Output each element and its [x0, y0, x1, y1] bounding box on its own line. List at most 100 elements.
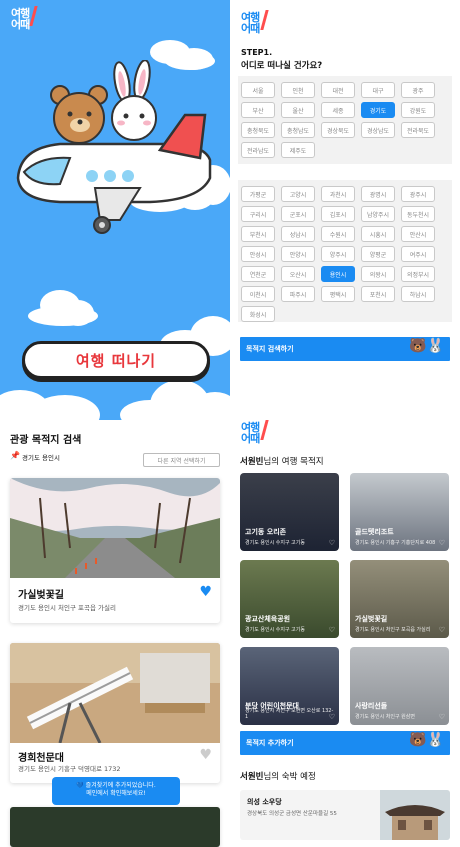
city-chip[interactable]: 부천시: [241, 226, 275, 242]
city-chip[interactable]: 구리시: [241, 206, 275, 222]
city-chip[interactable]: 오산시: [281, 266, 315, 282]
city-chip[interactable]: 광주시: [401, 186, 435, 202]
city-chip[interactable]: 안양시: [281, 246, 315, 262]
province-chip[interactable]: 경상남도: [361, 122, 395, 138]
heart-filled-icon[interactable]: ♥: [199, 584, 212, 600]
province-chip[interactable]: 울산: [281, 102, 315, 118]
province-chip[interactable]: 강원도: [401, 102, 435, 118]
city-chip[interactable]: 화성시: [241, 306, 275, 322]
heart-outline-icon[interactable]: ♡: [439, 626, 445, 634]
city-chip[interactable]: 광명시: [361, 186, 395, 202]
city-chip[interactable]: 의왕시: [361, 266, 395, 282]
heart-outline-icon[interactable]: ♡: [329, 539, 335, 547]
bear-bunny-icon: 🐻🐰: [409, 732, 444, 748]
city-chip[interactable]: 군포시: [281, 206, 315, 222]
heart-outline-icon[interactable]: ♡: [439, 713, 445, 721]
user-name: 서원빈: [240, 772, 264, 782]
my-destination-name: 광교산체육공원: [245, 615, 291, 623]
my-destination-name: 골드텟리조트: [355, 528, 394, 536]
my-destination-address: 경기도 용인시 처인구 모현면 오산로 132-1: [245, 708, 334, 720]
stay-address: 경상북도 의성군 금성면 산운마을길 55: [247, 811, 337, 817]
province-chip[interactable]: 전라남도: [241, 142, 275, 158]
province-chip[interactable]: 전라북도: [401, 122, 435, 138]
heading-suffix: 님의 여행 목적지: [263, 457, 324, 467]
province-chip[interactable]: 광주: [401, 82, 435, 98]
favorite-toast: 💙 즐겨찾기에 추가되었습니다. 메인에서 확인해보세요!: [52, 777, 180, 805]
city-chip[interactable]: 가평군: [241, 186, 275, 202]
province-chip[interactable]: 경상북도: [321, 122, 355, 138]
city-chip[interactable]: 성남시: [281, 226, 315, 242]
destination-card[interactable]: 경희천문대 경기도 용인시 기흥구 덕영대로 1732 ♥: [10, 643, 220, 783]
city-chip[interactable]: 안성시: [241, 246, 275, 262]
city-chip[interactable]: 남양주시: [361, 206, 395, 222]
my-destination-card[interactable]: 광교산체육공원경기도 용인시 수지구 고기동 ♡: [240, 560, 339, 638]
city-chip[interactable]: 시흥시: [361, 226, 395, 242]
my-destination-card[interactable]: 가실벚꽃길경기도 용인시 처인구 포곡읍 가실리 ♡: [350, 560, 449, 638]
city-chip[interactable]: 양평군: [361, 246, 395, 262]
province-chip[interactable]: 경기도: [361, 102, 395, 118]
city-chip[interactable]: 연천군: [241, 266, 275, 282]
destination-card[interactable]: [10, 807, 220, 847]
start-travel-button[interactable]: 여행 떠나기: [22, 341, 210, 379]
my-destination-card[interactable]: 사랑리선돌 경기도 용인시 처인구 원삼면 ♡: [350, 647, 449, 725]
province-chip[interactable]: 대구: [361, 82, 395, 98]
city-chip[interactable]: 수원시: [321, 226, 355, 242]
stay-heading: 서원빈님의 숙박 예정: [240, 770, 316, 782]
stay-heading-suffix: 님의 숙박 예정: [263, 772, 316, 782]
stay-card[interactable]: 의성 소우당 경상북도 의성군 금성면 산운마을길 55: [240, 790, 450, 840]
stay-photo: [380, 790, 450, 840]
city-chip[interactable]: 고양시: [281, 186, 315, 202]
destination-card[interactable]: 가실벚꽃길 경기도 용인시 처인구 포곡읍 가실리 ♥: [10, 478, 220, 623]
my-destination-address: 경기도 용인시 처인구 포곡읍 가실리: [355, 627, 431, 633]
my-destination-address: 경기도 용인시 기흥구 기흥단지로 408: [355, 540, 436, 546]
my-destination-name: 사랑리선돌: [355, 702, 388, 710]
my-destination-address: 경기도 용인시 수지구 고기동: [245, 540, 305, 546]
toast-line1: 즐겨찾기에 추가되었습니다.: [85, 782, 156, 789]
province-chip[interactable]: 세종: [321, 102, 355, 118]
heart-outline-icon[interactable]: ♥: [199, 747, 212, 763]
logo-text-line2: 어때: [241, 22, 260, 35]
province-chip[interactable]: 서울: [241, 82, 275, 98]
select-other-region-button[interactable]: 다른 지역 선택하기: [143, 453, 220, 467]
heart-outline-icon[interactable]: ♡: [329, 626, 335, 634]
city-chip[interactable]: 여주시: [401, 246, 435, 262]
city-chip[interactable]: 포천시: [361, 286, 395, 302]
city-chip[interactable]: 이천시: [241, 286, 275, 302]
heart-outline-icon[interactable]: ♡: [439, 539, 445, 547]
city-chip[interactable]: 안산시: [401, 226, 435, 242]
my-destination-name: 가실벚꽃길: [355, 615, 388, 623]
logo-bar-icon: [260, 10, 269, 30]
province-chip[interactable]: 충청북도: [241, 122, 275, 138]
app-logo: 여행 어때: [241, 422, 260, 444]
my-destination-card[interactable]: 분당 어린이천문대 경기도 용인시 처인구 모현면 오산로 132-1 ♡: [240, 647, 339, 725]
my-destination-card[interactable]: 고기동 오리존경기도 용인시 수지구 고기동 ♡: [240, 473, 339, 551]
city-chip[interactable]: 동두천시: [401, 206, 435, 222]
user-name: 서원빈: [240, 457, 264, 467]
province-chip[interactable]: 대전: [321, 82, 355, 98]
province-chip[interactable]: 제주도: [281, 142, 315, 158]
city-chip[interactable]: 하남시: [401, 286, 435, 302]
city-chip[interactable]: 의정부시: [401, 266, 435, 282]
city-chip[interactable]: 용인시: [321, 266, 355, 282]
city-chip[interactable]: 김포시: [321, 206, 355, 222]
add-destination-button[interactable]: 목적지 추가하기 🐻🐰: [240, 731, 450, 755]
heart-icon: 💙: [76, 782, 84, 789]
destination-name: 가실벚꽃길: [18, 590, 64, 601]
bear-bunny-icon: 🐻🐰: [409, 338, 444, 354]
city-chip[interactable]: 과천시: [321, 186, 355, 202]
search-destination-button[interactable]: 목적지 검색하기 🐻🐰: [240, 337, 450, 361]
my-destination-address: 경기도 용인시 수지구 고기동: [245, 627, 305, 633]
province-chip[interactable]: 충청남도: [281, 122, 315, 138]
province-chip[interactable]: 부산: [241, 102, 275, 118]
city-chip[interactable]: 양주시: [321, 246, 355, 262]
toast-line2: 메인에서 확인해보세요!: [86, 790, 146, 797]
my-destination-name: 고기동 오리존: [245, 528, 287, 536]
city-chip[interactable]: 평택시: [321, 286, 355, 302]
stay-name: 의성 소우당: [247, 798, 282, 806]
province-chip[interactable]: 인천: [281, 82, 315, 98]
city-chip[interactable]: 파주시: [281, 286, 315, 302]
my-destination-card[interactable]: 골드텟리조트경기도 용인시 기흥구 기흥단지로 408 ♡: [350, 473, 449, 551]
heart-outline-icon[interactable]: ♡: [329, 713, 335, 721]
destination-photo: [10, 478, 220, 578]
app-logo: 여행 어때: [11, 8, 30, 30]
